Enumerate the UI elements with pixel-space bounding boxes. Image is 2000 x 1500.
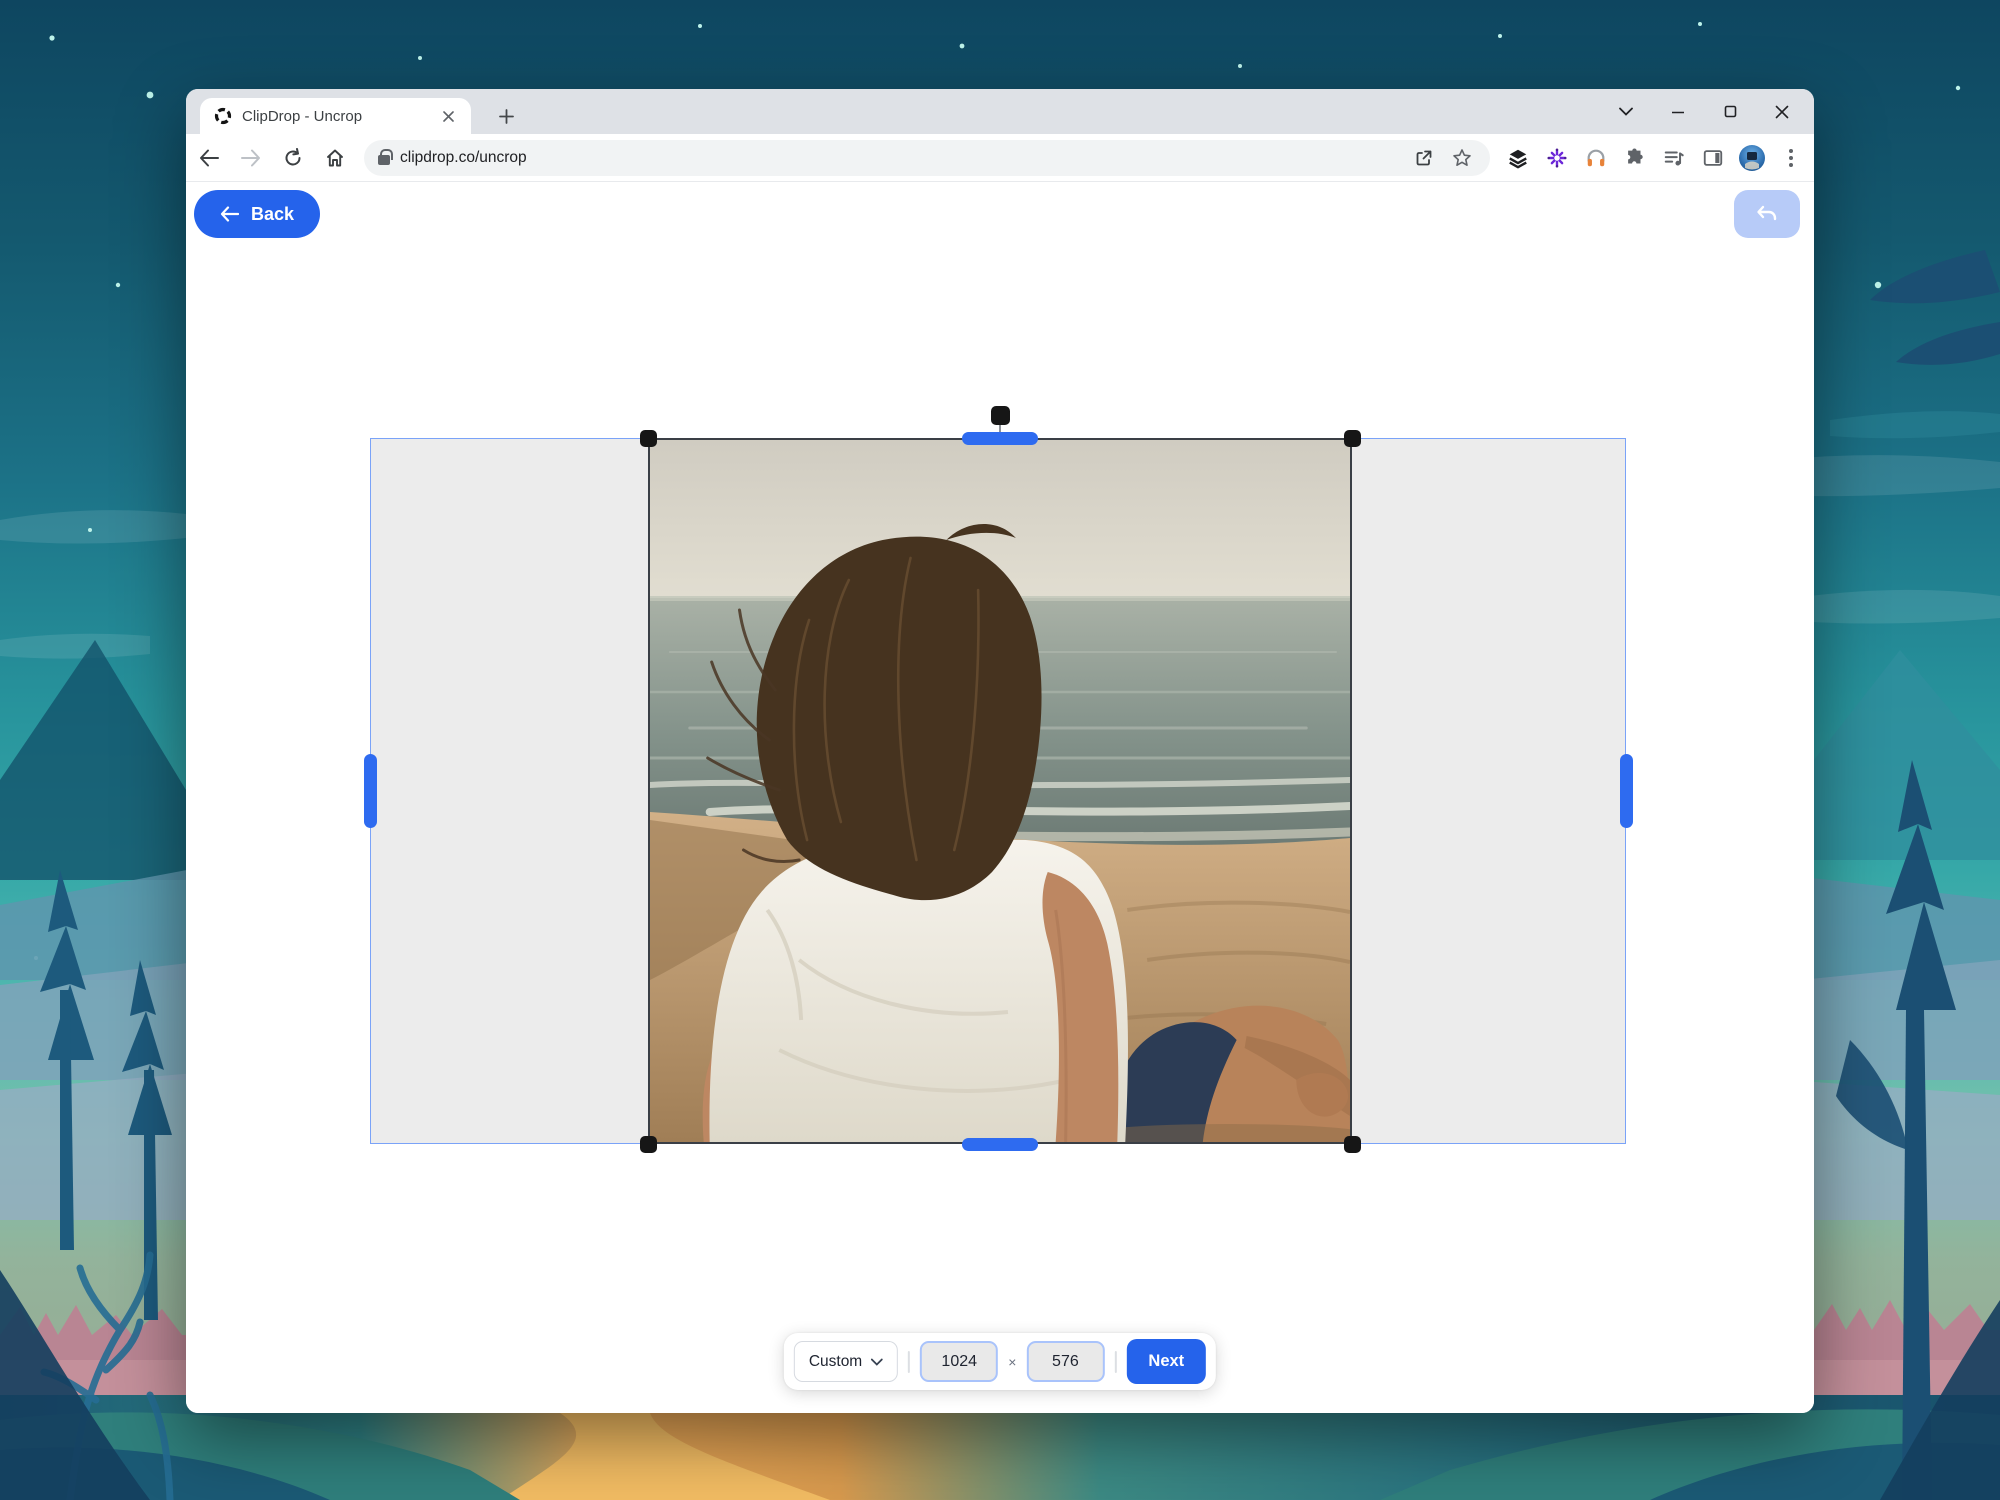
extensions-area	[1502, 142, 1807, 174]
resize-handle-right[interactable]	[1620, 754, 1633, 828]
maximize-button[interactable]	[1704, 89, 1756, 134]
arrow-left-icon	[220, 206, 239, 222]
browser-menu-button[interactable]	[1775, 142, 1807, 174]
headphones-icon	[1585, 147, 1607, 169]
chevron-down-icon	[871, 1358, 883, 1366]
reload-button[interactable]	[274, 139, 312, 177]
forward-nav-button[interactable]	[232, 139, 270, 177]
undo-button[interactable]	[1734, 190, 1800, 238]
side-panel-icon	[1702, 147, 1724, 169]
tab-search-button[interactable]	[1600, 89, 1652, 134]
resize-handle-left[interactable]	[364, 754, 377, 828]
image-corner-handle-top-left[interactable]	[640, 430, 657, 447]
plus-icon	[499, 109, 514, 124]
close-icon	[1775, 105, 1789, 119]
height-input[interactable]	[1026, 1341, 1104, 1382]
puzzle-icon	[1624, 147, 1646, 169]
close-window-button[interactable]	[1756, 89, 1808, 134]
playlist-music-icon	[1663, 147, 1685, 169]
maximize-icon	[1724, 105, 1737, 118]
lock-icon[interactable]	[378, 155, 390, 165]
layers-icon	[1507, 147, 1529, 169]
undo-icon	[1755, 204, 1779, 224]
back-button[interactable]: Back	[194, 190, 320, 238]
share-button[interactable]	[1408, 142, 1440, 174]
star-icon	[1452, 148, 1472, 168]
new-tab-button[interactable]	[491, 101, 521, 131]
browser-window: ClipDrop - Uncrop	[186, 89, 1814, 1413]
beach-photo	[650, 440, 1350, 1142]
image-corner-handle-top-right[interactable]	[1344, 430, 1361, 447]
mandala-extension-button[interactable]	[1541, 142, 1573, 174]
arrow-right-icon	[241, 149, 261, 167]
reload-icon	[283, 148, 303, 168]
avatar-image	[1738, 144, 1766, 172]
aspect-preset-select[interactable]: Custom	[794, 1341, 898, 1382]
browser-tab[interactable]: ClipDrop - Uncrop	[200, 98, 471, 134]
clipdrop-uncrop-page: Back	[186, 182, 1814, 1413]
size-toolbar: Custom × Next	[784, 1333, 1216, 1390]
extensions-menu-button[interactable]	[1619, 142, 1651, 174]
chevron-down-icon	[1619, 107, 1633, 116]
image-corner-handle-bottom-left[interactable]	[640, 1136, 657, 1153]
toolbar-divider	[908, 1351, 910, 1373]
arrow-left-icon	[199, 149, 219, 167]
next-button[interactable]: Next	[1126, 1339, 1206, 1384]
mandala-icon	[1546, 147, 1568, 169]
clipdrop-favicon	[214, 107, 232, 125]
window-controls	[1600, 89, 1808, 134]
share-icon	[1414, 148, 1434, 168]
multiply-sign: ×	[1008, 1354, 1016, 1370]
back-button-label: Back	[251, 204, 294, 225]
toolbar-divider	[1114, 1351, 1116, 1373]
address-bar[interactable]: clipdrop.co/uncrop	[364, 140, 1490, 176]
close-icon	[443, 111, 454, 122]
aspect-preset-label: Custom	[809, 1353, 862, 1371]
tab-title: ClipDrop - Uncrop	[242, 108, 437, 125]
image-corner-handle-bottom-right[interactable]	[1344, 1136, 1361, 1153]
profile-avatar[interactable]	[1736, 142, 1768, 174]
bookmark-button[interactable]	[1446, 142, 1478, 174]
minimize-icon	[1671, 105, 1685, 119]
resize-handle-top[interactable]	[962, 432, 1038, 445]
browser-toolbar: clipdrop.co/uncrop	[186, 134, 1814, 182]
rotate-handle[interactable]	[991, 406, 1010, 425]
side-panel-button[interactable]	[1697, 142, 1729, 174]
kebab-menu-icon	[1788, 148, 1794, 168]
headphones-extension-button[interactable]	[1580, 142, 1612, 174]
tab-strip: ClipDrop - Uncrop	[186, 89, 1814, 134]
resize-handle-bottom[interactable]	[962, 1138, 1038, 1151]
home-button[interactable]	[316, 139, 354, 177]
home-icon	[325, 148, 345, 168]
minimize-button[interactable]	[1652, 89, 1704, 134]
stack-extension-button[interactable]	[1502, 142, 1534, 174]
uncrop-source-image[interactable]	[648, 438, 1352, 1144]
url-text[interactable]: clipdrop.co/uncrop	[400, 149, 1408, 167]
width-input[interactable]	[920, 1341, 998, 1382]
playlist-extension-button[interactable]	[1658, 142, 1690, 174]
tab-close-button[interactable]	[437, 105, 459, 127]
back-nav-button[interactable]	[190, 139, 228, 177]
